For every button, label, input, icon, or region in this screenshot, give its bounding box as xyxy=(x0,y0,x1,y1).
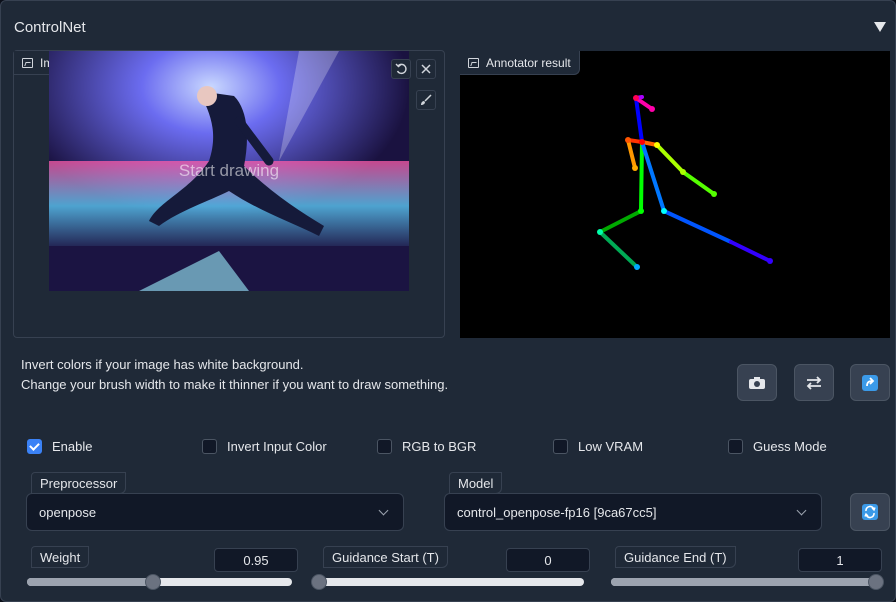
model-value: control_openpose-fp16 [9ca67cc5] xyxy=(457,504,657,520)
enable-label: Enable xyxy=(52,439,93,454)
chevron-down-icon xyxy=(796,505,807,516)
source-photo[interactable]: Start drawing xyxy=(49,51,409,291)
rgb-to-bgr-checkbox[interactable]: RGB to BGR xyxy=(377,439,476,454)
rgb-label: RGB to BGR xyxy=(402,439,477,454)
preprocessor-label: Preprocessor xyxy=(31,472,127,494)
guess-checkbox-box[interactable] xyxy=(728,439,743,454)
guess-mode-checkbox[interactable]: Guess Mode xyxy=(728,439,827,454)
lowvram-checkbox-box[interactable] xyxy=(553,439,568,454)
weight-slider-thumb[interactable] xyxy=(144,574,161,590)
weight-input[interactable]: 0.95 xyxy=(214,548,298,572)
guidance-end-slider[interactable] xyxy=(611,574,884,590)
annotator-result-image xyxy=(460,51,890,338)
weight-label: Weight xyxy=(31,546,90,568)
guidance-start-slider-thumb[interactable] xyxy=(311,574,327,590)
enable-checkbox[interactable]: Enable xyxy=(27,439,92,454)
model-select[interactable]: control_openpose-fp16 [9ca67cc5] xyxy=(444,493,822,531)
annotator-label-text: Annotator result xyxy=(486,55,571,70)
invert-input-color-checkbox[interactable]: Invert Input Color xyxy=(202,439,327,454)
camera-button[interactable] xyxy=(737,364,777,401)
guidance-start-slider[interactable] xyxy=(311,574,584,590)
undo-icon xyxy=(395,63,407,75)
collapse-triangle-icon[interactable] xyxy=(874,22,886,32)
guidance-start-input[interactable]: 0 xyxy=(506,548,590,572)
refresh-icon xyxy=(862,504,878,520)
guidance-end-slider-thumb[interactable] xyxy=(868,574,884,590)
invert-label: Invert Input Color xyxy=(227,439,327,454)
preprocessor-value: openpose xyxy=(39,504,97,520)
controlnet-panel: ControlNet Image xyxy=(0,0,896,602)
start-drawing-placeholder: Start drawing xyxy=(178,161,280,180)
send-icon xyxy=(862,374,878,391)
clear-image-button[interactable] xyxy=(416,59,436,79)
send-dimensions-button[interactable] xyxy=(850,364,890,401)
model-label: Model xyxy=(449,472,503,494)
rgb-checkbox-box[interactable] xyxy=(377,439,392,454)
hint-invert: Invert colors if your image has white ba… xyxy=(21,357,304,372)
brush-button[interactable] xyxy=(416,90,436,110)
brush-icon xyxy=(421,94,432,105)
weight-slider-fill xyxy=(27,578,153,586)
guidance-end-input[interactable]: 1 xyxy=(798,548,882,572)
invert-checkbox-box[interactable] xyxy=(202,439,217,454)
swap-icon xyxy=(806,375,822,390)
lowvram-label: Low VRAM xyxy=(578,439,644,454)
low-vram-checkbox[interactable]: Low VRAM xyxy=(553,439,643,454)
annotator-label: Annotator result xyxy=(460,51,580,75)
image-icon xyxy=(22,57,33,68)
pose-skeleton xyxy=(597,95,773,270)
camera-icon xyxy=(749,376,765,389)
enable-checkbox-box[interactable] xyxy=(27,439,42,454)
close-icon xyxy=(421,64,431,74)
image-icon xyxy=(468,57,479,68)
hint-brush: Change your brush width to make it thinn… xyxy=(21,377,449,392)
weight-slider[interactable] xyxy=(27,574,292,590)
guess-label: Guess Mode xyxy=(753,439,827,454)
chevron-down-icon xyxy=(378,505,389,516)
preprocessor-select[interactable]: openpose xyxy=(26,493,404,531)
guidance-end-slider-fill xyxy=(611,578,876,586)
refresh-models-button[interactable] xyxy=(850,493,890,531)
guidance-end-label: Guidance End (T) xyxy=(615,546,736,568)
swap-dimensions-button[interactable] xyxy=(794,364,834,401)
undo-button[interactable] xyxy=(391,59,411,79)
guidance-start-label: Guidance Start (T) xyxy=(323,546,448,568)
panel-title[interactable]: ControlNet xyxy=(14,19,86,36)
